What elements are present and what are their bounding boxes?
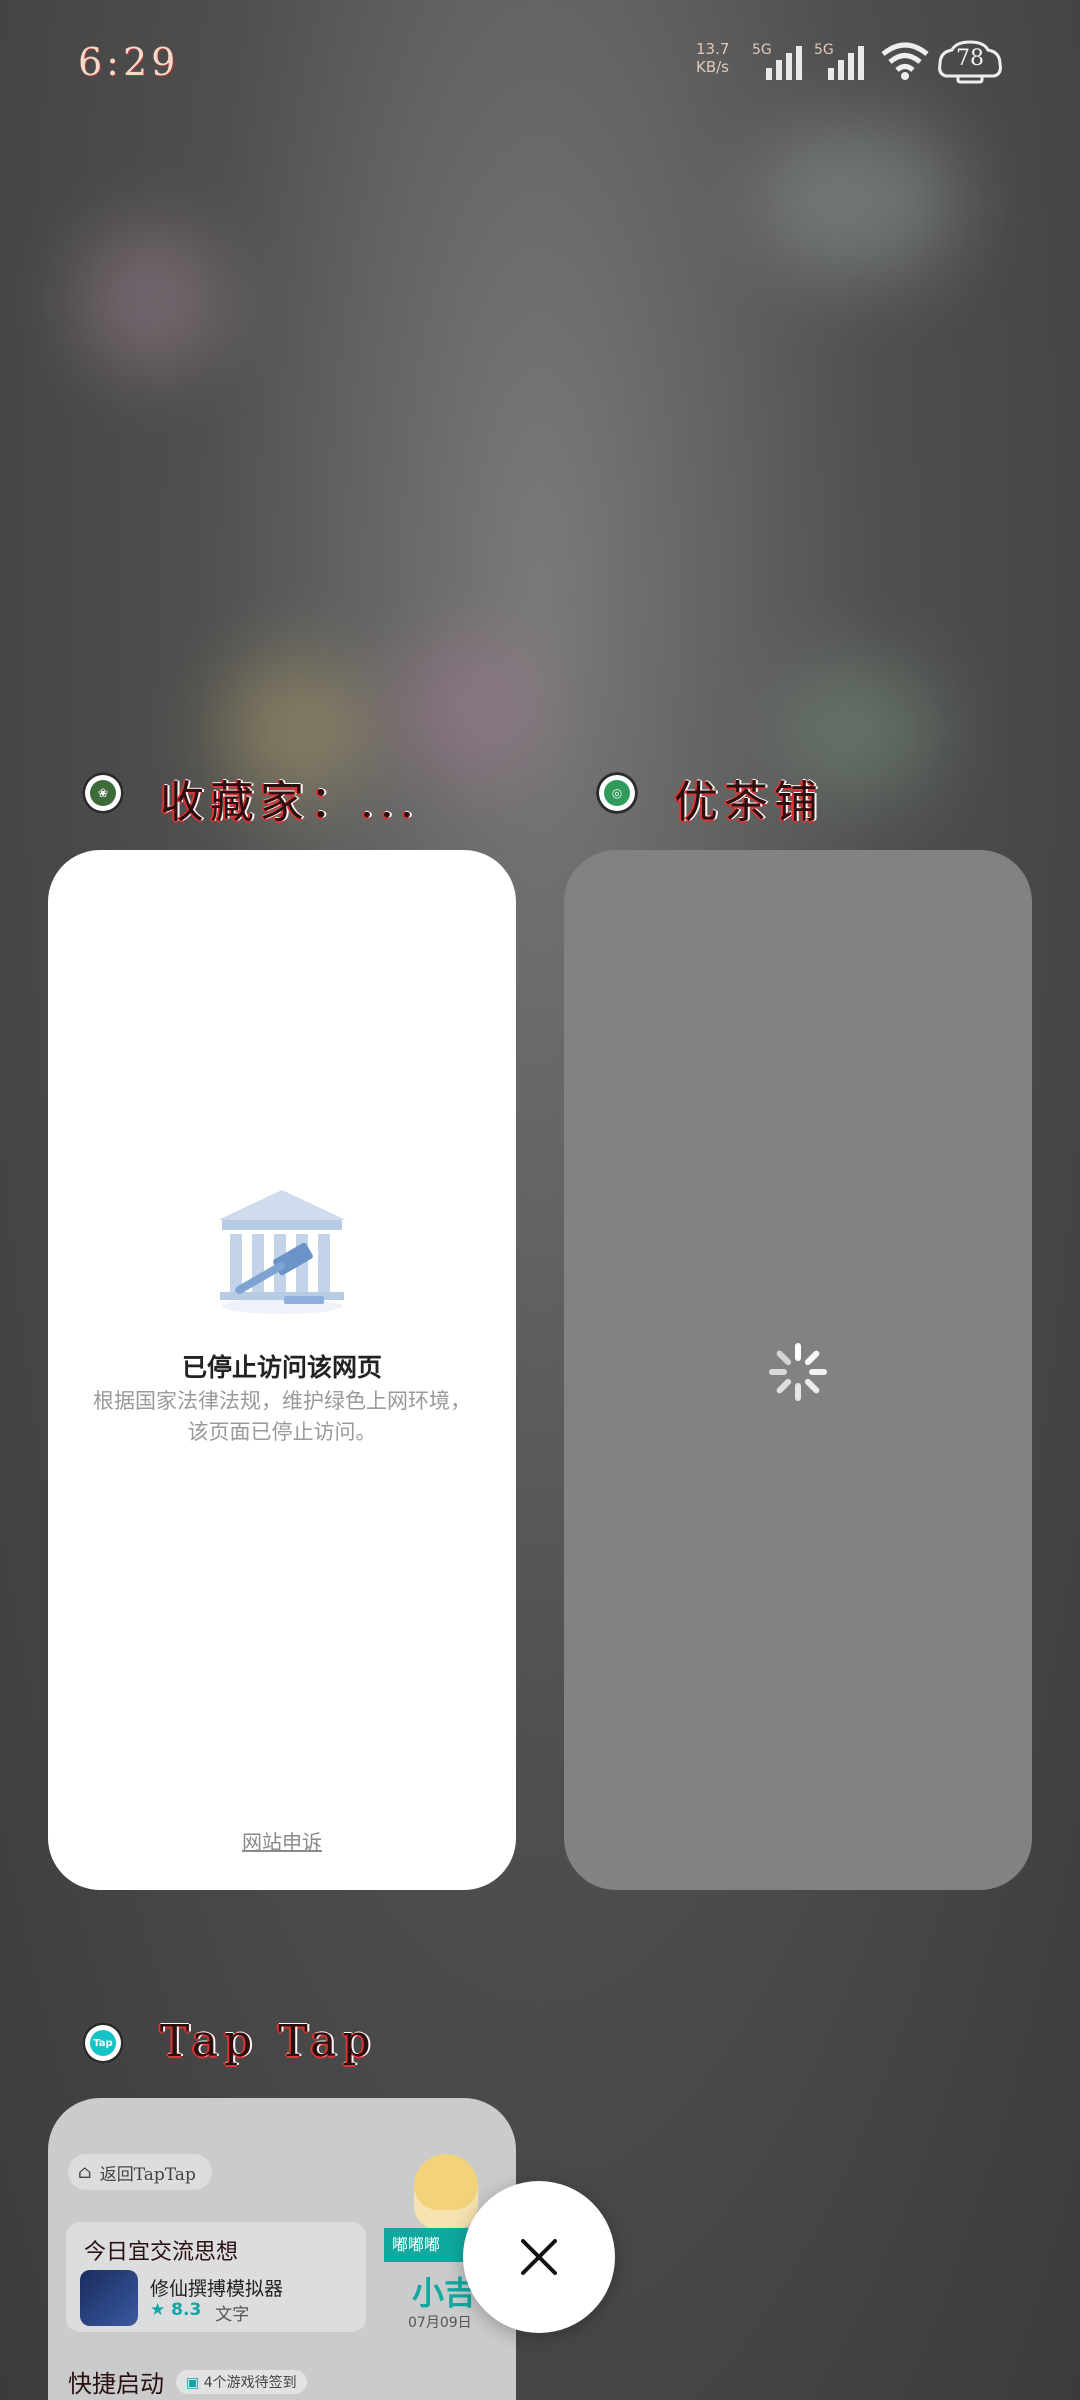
battery-icon: 78 [936,38,1004,86]
game-rating: ★ 8.3 [150,2300,202,2320]
back-to-taptap-button[interactable]: ⌂ 返回TapTap [68,2154,212,2190]
section-title: 今日宜交流思想 [84,2240,239,2265]
court-building-icon [218,1190,346,1314]
gift-icon: ▣ [186,2374,200,2391]
tea-shop-app-icon: ◎ [596,772,638,814]
quick-launch-badge: ▣ 4个游戏待签到 [176,2369,307,2394]
quick-launch-row[interactable]: 快捷启动 ▣ 4个游戏待签到 [68,2364,307,2399]
clear-all-button[interactable] [463,2181,615,2333]
app-title: Tap Tap [160,2016,377,2067]
status-time: 6:29 [78,40,180,84]
status-bar: 6:29 13.7 KB/s 5G 5G 78 [0,0,1080,130]
wifi-icon [881,42,929,80]
app-header-taptap[interactable]: Tap Tap Tap [82,2016,402,2076]
notice-title: 已停止访问该网页 [181,1353,382,1382]
battery-level: 78 [956,46,984,71]
recent-app-card-collector[interactable]: 已停止访问该网页 根据国家法律法规，维护绿色上网环境， 该页面已停止访问。 网站… [48,850,516,1890]
quick-launch-title: 快捷启动 [68,2370,164,2398]
recent-app-card-tea-shop[interactable] [564,850,1032,1890]
recent-app-card-taptap[interactable]: ⌂ 返回TapTap 今日宜交流思想 修仙撰搏模拟器 ★ 8.3 文字 嘟嘟嘟 … [48,2098,516,2400]
game-name: 修仙撰搏模拟器 [150,2278,284,2300]
taptap-app-icon: Tap [82,2022,124,2064]
notice-description: 根据国家法律法规，维护绿色上网环境， 该页面已停止访问。 [93,1389,471,1444]
game-icon [80,2270,138,2326]
network-speed: 13.7 KB/s [696,40,730,76]
app-title: 收藏家：... [160,777,420,828]
close-icon [521,2239,557,2275]
daily-section[interactable]: 今日宜交流思想 修仙撰搏模拟器 ★ 8.3 文字 [66,2222,366,2332]
character-avatar [414,2154,478,2230]
loading-spinner-icon [769,1343,827,1401]
game-meta: ★ 8.3 文字 [150,2300,249,2325]
app-header-tea-shop[interactable]: ◎ 优茶铺 [596,766,896,828]
home-icon: ⌂ [78,2161,92,2183]
banner-date: 07月09日 [408,2315,472,2331]
app-header-collector[interactable]: ❀ 收藏家：... [82,766,502,828]
appeal-link[interactable]: 网站申诉 [48,1826,516,1855]
app-title: 优茶铺 [674,777,824,828]
collector-app-icon: ❀ [82,772,124,814]
game-tag: 文字 [215,2305,250,2325]
